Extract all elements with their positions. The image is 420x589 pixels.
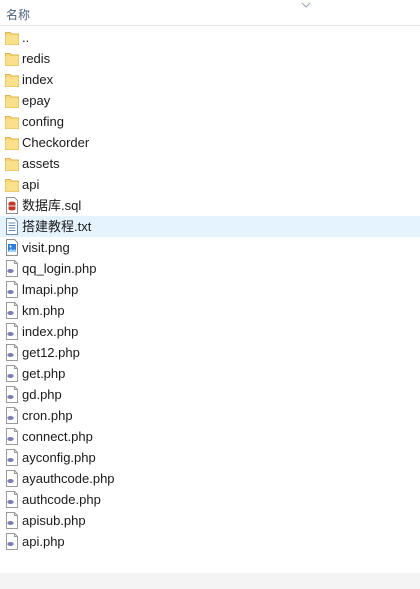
file-name-label: qq_login.php — [22, 261, 97, 276]
file-row[interactable]: cron.php — [0, 405, 420, 426]
file-row[interactable]: visit.png — [0, 237, 420, 258]
folder-icon — [5, 29, 19, 46]
file-name-label: ayauthcode.php — [22, 471, 115, 486]
folder-icon — [5, 50, 19, 67]
folder-row[interactable]: .. — [0, 27, 420, 48]
file-name-label: index.php — [22, 324, 79, 339]
sql-file-icon — [5, 197, 19, 214]
file-name-label: redis — [22, 51, 51, 66]
file-name-label: get12.php — [22, 345, 80, 360]
php-file-icon — [5, 344, 19, 361]
php-file-icon — [5, 470, 19, 487]
file-row[interactable]: apisub.php — [0, 510, 420, 531]
file-name-label: cron.php — [22, 408, 73, 423]
folder-row[interactable]: confing — [0, 111, 420, 132]
php-file-icon — [5, 533, 19, 550]
file-row[interactable]: 数据库.sql — [0, 195, 420, 216]
file-row[interactable]: index.php — [0, 321, 420, 342]
php-file-icon — [5, 281, 19, 298]
php-file-icon — [5, 428, 19, 445]
file-row[interactable]: gd.php — [0, 384, 420, 405]
folder-row[interactable]: index — [0, 69, 420, 90]
folder-icon — [5, 92, 19, 109]
file-name-label: visit.png — [22, 240, 70, 255]
file-row[interactable]: connect.php — [0, 426, 420, 447]
file-name-label: assets — [22, 156, 60, 171]
file-name-label: km.php — [22, 303, 65, 318]
folder-row[interactable]: api — [0, 174, 420, 195]
file-row[interactable]: 搭建教程.txt — [0, 216, 420, 237]
folder-row[interactable]: Checkorder — [0, 132, 420, 153]
file-name-label: get.php — [22, 366, 66, 381]
php-file-icon — [5, 323, 19, 340]
php-file-icon — [5, 365, 19, 382]
column-header: 名称 — [0, 0, 420, 26]
folder-icon — [5, 113, 19, 130]
file-name-label: Checkorder — [22, 135, 90, 150]
sort-chevron-icon[interactable] — [301, 2, 311, 8]
file-name-label: apisub.php — [22, 513, 86, 528]
image-file-icon — [5, 239, 19, 256]
text-file-icon — [5, 218, 19, 235]
file-name-label: index — [22, 72, 54, 87]
file-name-label: authcode.php — [22, 492, 101, 507]
file-name-label: api.php — [22, 534, 65, 549]
file-row[interactable]: lmapi.php — [0, 279, 420, 300]
file-row[interactable]: get12.php — [0, 342, 420, 363]
file-row[interactable]: qq_login.php — [0, 258, 420, 279]
file-row[interactable]: km.php — [0, 300, 420, 321]
file-name-label: 搭建教程.txt — [22, 219, 92, 234]
php-file-icon — [5, 491, 19, 508]
folder-icon — [5, 134, 19, 151]
php-file-icon — [5, 449, 19, 466]
folder-row[interactable]: assets — [0, 153, 420, 174]
horizontal-scroll-area — [0, 573, 420, 589]
folder-row[interactable]: redis — [0, 48, 420, 69]
php-file-icon — [5, 260, 19, 277]
php-file-icon — [5, 302, 19, 319]
folder-icon — [5, 155, 19, 172]
file-name-label: lmapi.php — [22, 282, 79, 297]
file-name-label: connect.php — [22, 429, 93, 444]
file-name-label: 数据库.sql — [22, 198, 82, 213]
file-row[interactable]: api.php — [0, 531, 420, 552]
file-name-label: gd.php — [22, 387, 62, 402]
php-file-icon — [5, 407, 19, 424]
file-list: .. redis index epay confing Checkorder assets a… — [0, 27, 420, 552]
file-name-label: .. — [22, 30, 30, 45]
folder-icon — [5, 71, 19, 88]
file-name-label: confing — [22, 114, 64, 129]
file-name-label: epay — [22, 93, 51, 108]
file-row[interactable]: ayconfig.php — [0, 447, 420, 468]
file-name-label: ayconfig.php — [22, 450, 96, 465]
folder-icon — [5, 176, 19, 193]
php-file-icon — [5, 386, 19, 403]
folder-row[interactable]: epay — [0, 90, 420, 111]
file-name-label: api — [22, 177, 40, 192]
file-row[interactable]: ayauthcode.php — [0, 468, 420, 489]
file-row[interactable]: authcode.php — [0, 489, 420, 510]
php-file-icon — [5, 512, 19, 529]
name-column-header[interactable]: 名称 — [6, 6, 30, 23]
file-row[interactable]: get.php — [0, 363, 420, 384]
